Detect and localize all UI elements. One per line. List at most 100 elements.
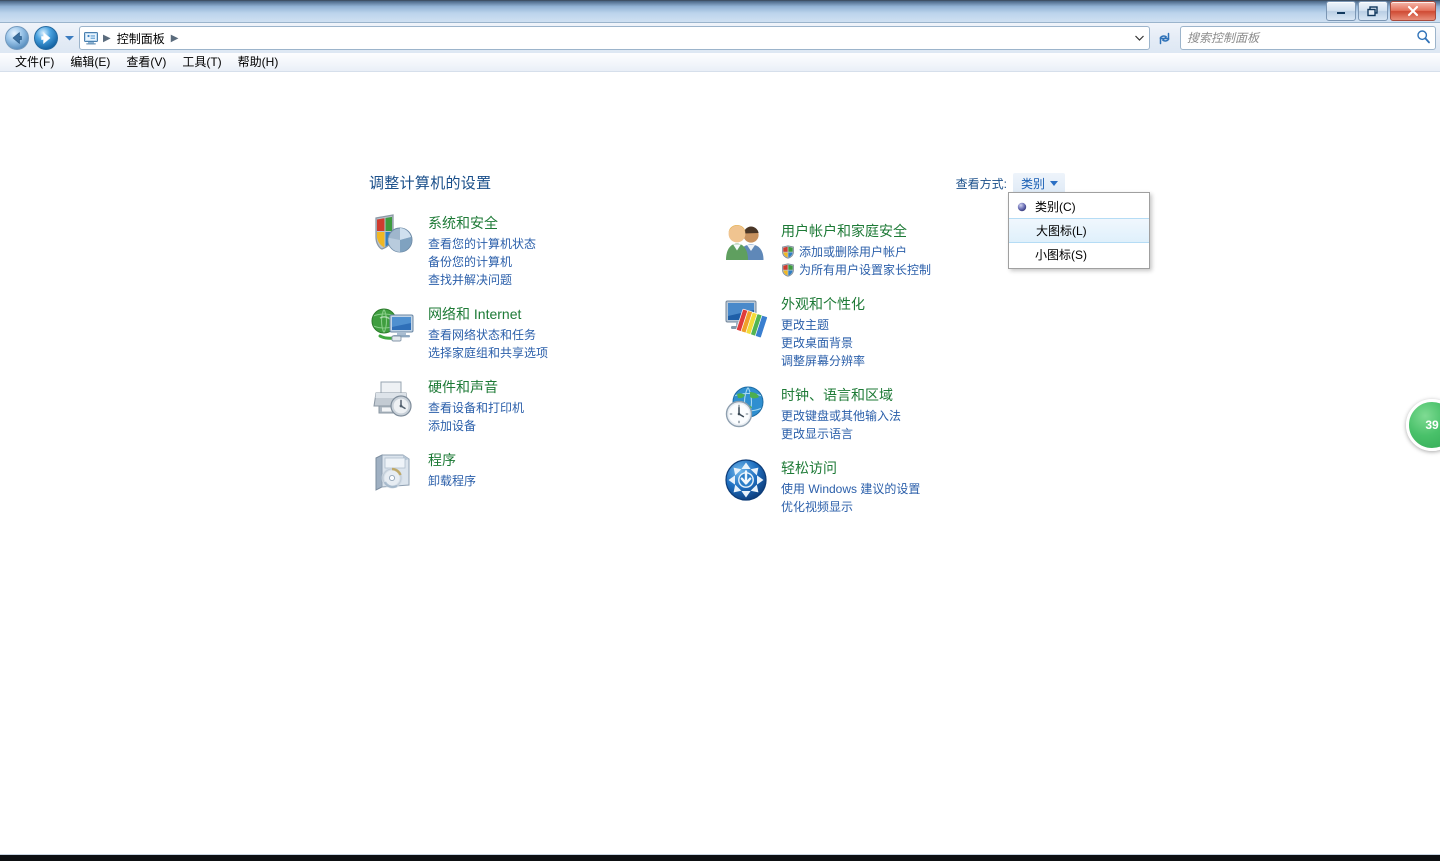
category-programs: 程序 卸载程序 — [369, 449, 699, 497]
category-link-label: 添加或删除用户帐户 — [799, 245, 908, 259]
category-link-label: 卸载程序 — [428, 474, 477, 488]
window-controls — [1326, 1, 1436, 21]
category-link[interactable]: 备份您的计算机 — [428, 253, 536, 271]
category-link[interactable]: 查看设备和打印机 — [428, 399, 524, 417]
category-link[interactable]: 查找并解决问题 — [428, 271, 536, 289]
category-link[interactable]: 调整屏幕分辨率 — [781, 352, 865, 370]
breadcrumb-bar[interactable]: ▶ 控制面板 ▶ — [79, 26, 1150, 50]
page-title: 调整计算机的设置 — [369, 175, 492, 192]
category-title[interactable]: 外观和个性化 — [781, 295, 865, 313]
floating-green-badge[interactable]: 39 — [1406, 399, 1440, 451]
category-system-and-security: 系统和安全 查看您的计算机状态 备份您的计算机 查找并解决问题 — [369, 212, 699, 289]
category-column-right: 用户帐户和家庭安全 添加或删除用户帐户 为所有用户设置家长控制 外观和个性化 更… — [722, 220, 1052, 530]
category-link-label: 调整屏幕分辨率 — [781, 354, 866, 368]
category-title[interactable]: 硬件和声音 — [428, 378, 524, 396]
category-network-and-internet: 网络和 Internet 查看网络状态和任务 选择家庭组和共享选项 — [369, 303, 699, 362]
category-link[interactable]: 添加或删除用户帐户 — [781, 243, 931, 261]
category-appearance-and-personalization: 外观和个性化 更改主题 更改桌面背景 调整屏幕分辨率 — [722, 293, 1052, 370]
category-title[interactable]: 时钟、语言和区域 — [781, 386, 901, 404]
clock-language-region-icon — [722, 384, 770, 432]
category-link[interactable]: 添加设备 — [428, 417, 524, 435]
category-link-label: 为所有用户设置家长控制 — [799, 263, 932, 277]
menu-edit[interactable]: 编辑(E) — [63, 54, 117, 71]
category-ease-of-access-body: 轻松访问 使用 Windows 建议的设置 优化视频显示 — [781, 457, 920, 516]
category-hardware-and-sound: 硬件和声音 查看设备和打印机 添加设备 — [369, 376, 699, 435]
category-link-label: 优化视频显示 — [781, 500, 854, 514]
ease-of-access-icon — [722, 457, 770, 505]
radio-selected-icon — [1009, 201, 1035, 213]
category-link[interactable]: 更改显示语言 — [781, 425, 901, 443]
breadcrumb-separator-1[interactable]: ▶ — [170, 33, 180, 44]
category-user-accounts-and-family-safety: 用户帐户和家庭安全 添加或删除用户帐户 为所有用户设置家长控制 — [722, 220, 1052, 279]
category-title[interactable]: 用户帐户和家庭安全 — [781, 222, 931, 240]
category-programs-body: 程序 卸载程序 — [428, 449, 476, 497]
bottom-bar — [0, 855, 1440, 861]
category-link[interactable]: 为所有用户设置家长控制 — [781, 261, 931, 279]
search-input[interactable] — [1185, 30, 1416, 46]
recent-locations-chevron-icon[interactable] — [62, 25, 76, 51]
control-panel-window: ▶ 控制面板 ▶ 文件(F) 编辑(E) — [0, 0, 1440, 861]
category-link-label: 更改显示语言 — [781, 427, 854, 441]
menu-item-category[interactable]: 类别(C) — [1009, 195, 1149, 218]
restore-button[interactable] — [1358, 1, 1388, 21]
appearance-icon — [722, 293, 770, 341]
close-button[interactable] — [1390, 1, 1436, 21]
minimize-button[interactable] — [1326, 1, 1356, 21]
category-link-label: 更改主题 — [781, 318, 830, 332]
category-link[interactable]: 更改桌面背景 — [781, 334, 865, 352]
category-column-left: 系统和安全 查看您的计算机状态 备份您的计算机 查找并解决问题 网络和 Inte… — [369, 212, 699, 511]
category-clock-language-region: 时钟、语言和区域 更改键盘或其他输入法 更改显示语言 — [722, 384, 1052, 443]
category-link-label: 查看您的计算机状态 — [428, 237, 537, 251]
category-link[interactable]: 更改主题 — [781, 316, 865, 334]
category-link-label: 查看网络状态和任务 — [428, 328, 537, 342]
network-internet-icon — [369, 303, 417, 351]
category-link-label: 更改桌面背景 — [781, 336, 854, 350]
security-shield-icon — [369, 212, 417, 260]
forward-button[interactable] — [33, 25, 59, 51]
breadcrumb-dropdown-chevron-icon[interactable] — [1131, 28, 1147, 48]
category-system-and-security-body: 系统和安全 查看您的计算机状态 备份您的计算机 查找并解决问题 — [428, 212, 536, 289]
hardware-sound-icon — [369, 376, 417, 424]
view-by-button[interactable]: 类别 — [1012, 173, 1065, 194]
refresh-button[interactable] — [1153, 27, 1175, 49]
category-link[interactable]: 优化视频显示 — [781, 498, 920, 516]
search-icon[interactable] — [1416, 29, 1431, 47]
programs-icon — [369, 449, 417, 497]
category-title[interactable]: 系统和安全 — [428, 214, 536, 232]
floating-green-badge-text: 39 — [1425, 418, 1439, 432]
content-area: 调整计算机的设置 查看方式: 类别 类别(C) 大图标(L) 小图标(S) 系统… — [0, 72, 1440, 861]
category-link-label: 使用 Windows 建议的设置 — [781, 482, 921, 496]
menu-help[interactable]: 帮助(H) — [231, 54, 286, 71]
menu-file[interactable]: 文件(F) — [8, 54, 61, 71]
category-link-label: 查看设备和打印机 — [428, 401, 525, 415]
breadcrumb-item-control-panel[interactable]: 控制面板 — [114, 30, 168, 47]
view-by-control: 查看方式: 类别 — [956, 173, 1065, 194]
view-by-value: 类别 — [1020, 177, 1045, 191]
category-link-label: 添加设备 — [428, 419, 477, 433]
category-link[interactable]: 查看网络状态和任务 — [428, 326, 548, 344]
category-link-label: 查找并解决问题 — [428, 273, 513, 287]
category-title[interactable]: 程序 — [428, 451, 476, 469]
search-box[interactable] — [1180, 26, 1436, 50]
address-bar: ▶ 控制面板 ▶ — [0, 23, 1440, 53]
view-by-label: 查看方式: — [955, 177, 1007, 191]
category-hardware-and-sound-body: 硬件和声音 查看设备和打印机 添加设备 — [428, 376, 524, 435]
category-title[interactable]: 轻松访问 — [781, 459, 920, 477]
category-link[interactable]: 使用 Windows 建议的设置 — [781, 480, 920, 498]
category-title[interactable]: 网络和 Internet — [428, 305, 548, 323]
breadcrumb-separator-0[interactable]: ▶ — [102, 33, 112, 44]
category-link[interactable]: 选择家庭组和共享选项 — [428, 344, 548, 362]
back-button[interactable] — [4, 25, 30, 51]
control-panel-icon — [82, 29, 100, 47]
category-link[interactable]: 更改键盘或其他输入法 — [781, 407, 901, 425]
category-link[interactable]: 卸载程序 — [428, 472, 476, 490]
category-network-and-internet-body: 网络和 Internet 查看网络状态和任务 选择家庭组和共享选项 — [428, 303, 548, 362]
menu-view[interactable]: 查看(V) — [119, 54, 173, 71]
category-link-label: 更改键盘或其他输入法 — [781, 409, 902, 423]
category-link[interactable]: 查看您的计算机状态 — [428, 235, 536, 253]
menu-tools[interactable]: 工具(T) — [175, 54, 228, 71]
category-clock-language-region-body: 时钟、语言和区域 更改键盘或其他输入法 更改显示语言 — [781, 384, 901, 443]
uac-shield-icon — [781, 263, 795, 277]
category-link-label: 备份您的计算机 — [428, 255, 513, 269]
category-ease-of-access: 轻松访问 使用 Windows 建议的设置 优化视频显示 — [722, 457, 1052, 516]
